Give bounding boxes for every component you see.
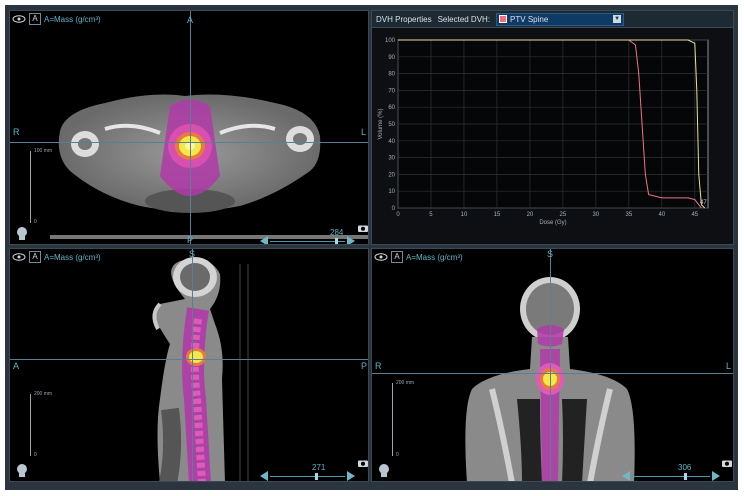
distance-scale: 200 mm 0	[24, 391, 64, 458]
orientation-right: P	[361, 361, 368, 371]
slice-prev-arrow[interactable]	[622, 471, 630, 481]
slice-slider[interactable]: 284	[260, 228, 355, 244]
slider-track[interactable]	[270, 241, 345, 242]
scale-bottom-label: 0	[34, 219, 37, 225]
slider-thumb[interactable]	[335, 238, 338, 244]
axial-view-pane[interactable]: A A=Mass (g/cm³) A R L P 100 mm 0 284	[9, 10, 369, 245]
camera-icon[interactable]	[358, 224, 368, 232]
dvh-properties-tab[interactable]: DVH Properties	[376, 15, 432, 24]
scale-bottom-label: 0	[34, 452, 37, 458]
dvh-pane: DVH Properties Selected DVH: PTV Spine ▼…	[371, 10, 734, 245]
head-icon[interactable]	[15, 226, 29, 240]
crosshair-vertical[interactable]	[190, 11, 191, 244]
x-tick-label: 20	[527, 212, 534, 218]
orientation-bottom: P	[187, 235, 194, 245]
density-label: A=Mass (g/cm³)	[44, 252, 101, 262]
x-tick-label: 30	[593, 212, 600, 218]
x-tick-label: 0	[396, 212, 400, 218]
y-tick-label: 80	[388, 72, 395, 78]
y-tick-label: 60	[388, 105, 395, 111]
y-tick-label: 50	[388, 122, 395, 128]
slider-track[interactable]	[270, 476, 345, 477]
slice-slider[interactable]: 306	[622, 463, 720, 481]
chevron-down-icon[interactable]: ▼	[613, 15, 622, 23]
orientation-top: S	[547, 249, 554, 259]
x-tick-label: 10	[461, 212, 468, 218]
head-icon[interactable]	[15, 463, 29, 477]
density-label: A=Mass (g/cm³)	[406, 252, 463, 262]
orientation-right: L	[361, 127, 367, 137]
orientation-right: L	[726, 361, 732, 371]
y-tick-label: 90	[388, 55, 395, 61]
slice-next-arrow[interactable]	[347, 471, 355, 481]
slice-number: 306	[678, 463, 692, 472]
slice-slider[interactable]: 271	[260, 463, 355, 481]
scale-top-label: 100 mm	[34, 148, 53, 154]
eye-icon[interactable]	[374, 253, 388, 261]
crosshair-horizontal[interactable]	[372, 373, 733, 374]
coronal-view-pane[interactable]: A A=Mass (g/cm³) S R L 200 mm 0 306	[371, 248, 734, 482]
orientation-left: A	[13, 361, 20, 371]
eye-icon[interactable]	[12, 253, 26, 261]
x-tick-label: 15	[494, 212, 501, 218]
y-tick-label: 20	[388, 172, 395, 178]
pane-toolbar: A A=Mass (g/cm³)	[12, 251, 101, 263]
slider-thumb[interactable]	[684, 473, 687, 480]
crosshair-vertical[interactable]	[192, 249, 193, 481]
eye-icon[interactable]	[12, 15, 26, 23]
dvh-toolbar: DVH Properties Selected DVH: PTV Spine ▼	[372, 11, 733, 28]
slice-number: 271	[312, 463, 326, 472]
slice-prev-arrow[interactable]	[260, 236, 268, 244]
head-icon[interactable]	[377, 463, 391, 477]
camera-icon[interactable]	[358, 459, 368, 467]
density-mode-button[interactable]: A	[29, 251, 41, 263]
sagittal-view-pane[interactable]: A A=Mass (g/cm³) S A P 200 mm 0 271	[9, 248, 369, 482]
x-tick-label: 25	[560, 212, 567, 218]
selected-dvh-label: Selected DVH:	[437, 14, 491, 24]
y-tick-label: 100	[385, 38, 396, 44]
y-tick-label: 70	[388, 88, 395, 94]
y-tick-label: 0	[392, 206, 396, 212]
orientation-left: R	[375, 361, 382, 371]
orientation-left: R	[13, 127, 20, 137]
density-mode-button[interactable]: A	[29, 13, 41, 25]
y-tick-label: 10	[388, 189, 395, 195]
slider-thumb[interactable]	[315, 473, 318, 480]
distance-scale: 200 mm 0	[386, 380, 426, 458]
x-axis-label: Dose (Gy)	[539, 220, 566, 226]
dvh-end-label: 47	[700, 200, 707, 206]
orientation-top: S	[189, 249, 196, 259]
coronal-ct-image	[465, 277, 635, 481]
slice-next-arrow[interactable]	[712, 471, 720, 481]
pane-toolbar: A A=Mass (g/cm³)	[374, 251, 463, 263]
crosshair-vertical[interactable]	[550, 249, 551, 481]
slice-prev-arrow[interactable]	[260, 471, 268, 481]
y-axis-label: Volume (%)	[378, 108, 384, 139]
scale-bottom-label: 0	[396, 452, 399, 458]
scale-top-label: 200 mm	[396, 380, 415, 386]
slice-number: 284	[330, 228, 344, 237]
dvh-chart[interactable]: 0 5 10 15 20 25 30 35 40 45 0 10 20 30 40 50 60 70 80 90 100…	[372, 28, 734, 244]
orientation-top: A	[187, 15, 194, 25]
selected-dvh-value: PTV Spine	[510, 14, 549, 24]
density-label: A=Mass (g/cm³)	[44, 14, 101, 24]
crosshair-horizontal[interactable]	[10, 359, 368, 360]
y-tick-label: 40	[388, 139, 395, 145]
x-tick-label: 5	[429, 212, 433, 218]
density-mode-button[interactable]: A	[391, 251, 403, 263]
slider-track[interactable]	[632, 476, 710, 477]
camera-icon[interactable]	[722, 459, 732, 467]
x-tick-label: 45	[691, 212, 698, 218]
pane-toolbar: A A=Mass (g/cm³)	[12, 13, 101, 25]
selected-dvh-dropdown[interactable]: PTV Spine ▼	[496, 12, 625, 26]
slice-next-arrow[interactable]	[347, 236, 355, 244]
x-tick-label: 40	[658, 212, 665, 218]
distance-scale: 100 mm 0	[24, 148, 64, 225]
y-tick-label: 30	[388, 156, 395, 162]
dvh-color-swatch	[499, 15, 508, 23]
crosshair-horizontal[interactable]	[10, 142, 368, 143]
x-tick-label: 35	[626, 212, 633, 218]
scale-top-label: 200 mm	[34, 391, 53, 397]
